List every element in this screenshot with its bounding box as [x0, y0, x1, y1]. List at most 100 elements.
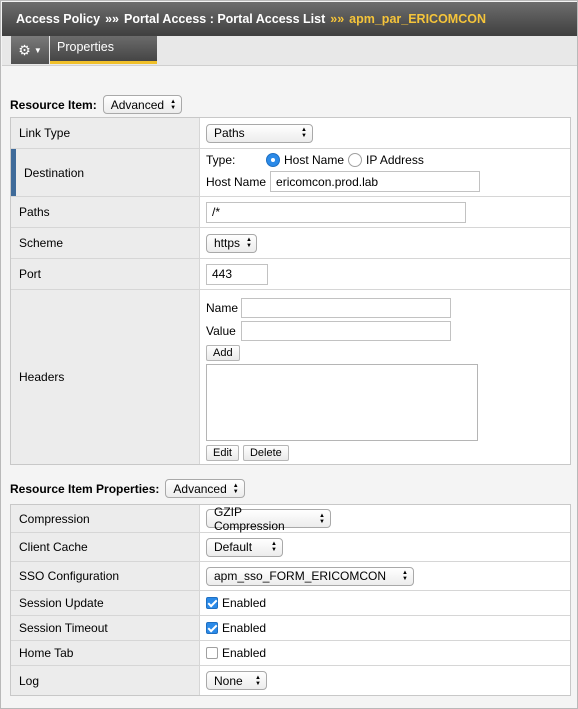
home-tab-label: Home Tab — [11, 641, 200, 665]
breadcrumb-separator: »» — [330, 12, 345, 26]
tab-bar: ⚙ ▼ Properties — [2, 36, 577, 66]
headers-label: Headers — [11, 290, 200, 464]
sso-select[interactable]: apm_sso_FORM_ERICOMCON ▲ ▼ — [206, 566, 414, 586]
header-value-row: Value — [206, 321, 451, 341]
row-scheme: Scheme https ▲ ▼ — [11, 228, 570, 259]
host-name-input[interactable]: ericomcon.prod.lab — [270, 171, 481, 192]
home-tab-value: Enabled — [200, 641, 570, 665]
select-value: Paths — [214, 126, 245, 140]
breadcrumb-item-portal-access-list[interactable]: Portal Access : Portal Access List — [124, 12, 325, 26]
compression-label: Compression — [11, 505, 200, 532]
select-value: Advanced — [110, 97, 165, 112]
compression-value: GZIP Compression ▲ ▼ — [200, 505, 570, 533]
select-value: Default — [214, 540, 253, 554]
resource-item-title: Resource Item: — [10, 97, 97, 112]
updown-arrows-icon: ▲ ▼ — [319, 512, 325, 525]
tab-properties[interactable]: Properties — [50, 36, 157, 64]
radio-host-name-label: Host Name — [284, 153, 345, 167]
port-label: Port — [11, 259, 200, 289]
headers-list[interactable] — [206, 364, 478, 441]
scheme-select[interactable]: https ▲ ▼ — [206, 233, 257, 253]
header-actions: Edit Delete — [206, 445, 289, 461]
row-client-cache: Client Cache Default ▲ ▼ — [11, 533, 570, 562]
breadcrumb-separator: »» — [105, 12, 119, 26]
destination-host-row: Host Name ericomcon.prod.lab — [206, 171, 481, 192]
main-frame: Access Policy »» Portal Access : Portal … — [0, 0, 578, 709]
radio-ip-address-label: IP Address — [366, 153, 424, 167]
session-update-checkbox-label: Enabled — [222, 596, 267, 610]
log-label: Log — [11, 666, 200, 695]
headers-value: Name Value Add Edit Delete — [200, 290, 570, 464]
compression-select[interactable]: GZIP Compression ▲ ▼ — [206, 505, 331, 533]
log-value: None ▲ ▼ — [200, 666, 570, 695]
delete-header-button[interactable]: Delete — [242, 445, 289, 461]
client-cache-label: Client Cache — [11, 533, 200, 561]
destination-value: Type: Host Name IP Address Host Name eri… — [200, 149, 570, 196]
resource-item-properties-title: Resource Item Properties: — [10, 481, 160, 496]
resource-item-properties-header: Resource Item Properties: Advanced ▲ ▼ — [10, 479, 245, 498]
row-home-tab: Home Tab Enabled — [11, 641, 570, 666]
select-value: GZIP Compression — [214, 504, 285, 533]
link-type-select[interactable]: Paths ▲ ▼ — [206, 123, 313, 143]
resource-item-properties-table: Compression GZIP Compression ▲ ▼ Client C… — [10, 504, 571, 696]
header-name-label: Name — [206, 301, 239, 315]
session-timeout-label: Session Timeout — [11, 616, 200, 640]
port-value: 443 — [200, 259, 570, 289]
resource-item-mode-select[interactable]: Advanced ▲ ▼ — [102, 95, 183, 114]
select-value: apm_sso_FORM_ERICOMCON — [214, 569, 387, 583]
breadcrumb-item-access-policy[interactable]: Access Policy — [16, 12, 100, 26]
updown-arrows-icon: ▲ ▼ — [271, 541, 277, 553]
row-headers: Headers Name Value Add Edit Delete — [11, 290, 570, 464]
row-session-update: Session Update Enabled — [11, 591, 570, 616]
destination-label: Destination — [11, 149, 200, 196]
radio-ip-address[interactable] — [348, 153, 363, 167]
header-name-row: Name — [206, 298, 451, 318]
radio-host-name[interactable] — [266, 153, 280, 167]
session-timeout-checkbox[interactable] — [206, 622, 218, 634]
session-update-checkbox[interactable] — [206, 597, 218, 609]
row-link-type: Link Type Paths ▲ ▼ — [11, 118, 570, 149]
row-log: Log None ▲ ▼ — [11, 666, 570, 695]
session-timeout-value: Enabled — [200, 616, 570, 640]
gear-menu-button[interactable]: ⚙ ▼ — [11, 36, 49, 64]
link-type-label: Link Type — [11, 118, 200, 148]
paths-input[interactable]: /* — [206, 201, 466, 223]
edit-header-button[interactable]: Edit — [206, 445, 239, 461]
host-name-label: Host Name — [206, 174, 267, 189]
updown-arrows-icon: ▲ ▼ — [301, 127, 307, 139]
log-select[interactable]: None ▲ ▼ — [206, 671, 267, 690]
gear-icon: ⚙ — [18, 41, 31, 58]
session-update-value: Enabled — [200, 591, 570, 615]
session-update-label: Session Update — [11, 591, 200, 615]
paths-value: /* — [200, 197, 570, 227]
breadcrumb-current: apm_par_ERICOMCON — [349, 12, 486, 26]
client-cache-select[interactable]: Default ▲ ▼ — [206, 537, 283, 557]
updown-arrows-icon: ▲ ▼ — [232, 482, 239, 495]
scheme-label: Scheme — [11, 228, 200, 258]
add-header-button[interactable]: Add — [206, 345, 240, 361]
resource-item-table: Link Type Paths ▲ ▼ Destination Type: Hos… — [10, 117, 571, 465]
chevron-down-icon: ▼ — [33, 45, 42, 55]
row-compression: Compression GZIP Compression ▲ ▼ — [11, 505, 570, 533]
client-cache-value: Default ▲ ▼ — [200, 533, 570, 561]
home-tab-checkbox[interactable] — [206, 647, 218, 659]
select-value: None — [214, 673, 243, 688]
port-input[interactable]: 443 — [206, 263, 268, 285]
row-port: Port 443 — [11, 259, 570, 290]
row-destination: Destination Type: Host Name IP Address H… — [11, 149, 570, 197]
breadcrumb: Access Policy »» Portal Access : Portal … — [2, 2, 577, 36]
session-timeout-checkbox-label: Enabled — [222, 621, 267, 635]
destination-type-row: Type: Host Name IP Address — [206, 153, 424, 167]
paths-label: Paths — [11, 197, 200, 227]
updown-arrows-icon: ▲ ▼ — [246, 237, 252, 249]
row-sso-configuration: SSO Configuration apm_sso_FORM_ERICOMCON… — [11, 562, 570, 591]
resource-item-header: Resource Item: Advanced ▲ ▼ — [10, 95, 183, 114]
updown-arrows-icon: ▲ ▼ — [402, 570, 408, 582]
header-value-input[interactable] — [241, 321, 451, 341]
header-name-input[interactable] — [241, 298, 451, 318]
header-value-label: Value — [206, 324, 236, 338]
type-label: Type: — [206, 153, 236, 167]
resource-item-properties-mode-select[interactable]: Advanced ▲ ▼ — [165, 479, 245, 498]
updown-arrows-icon: ▲ ▼ — [170, 98, 177, 111]
home-tab-checkbox-label: Enabled — [222, 646, 267, 660]
